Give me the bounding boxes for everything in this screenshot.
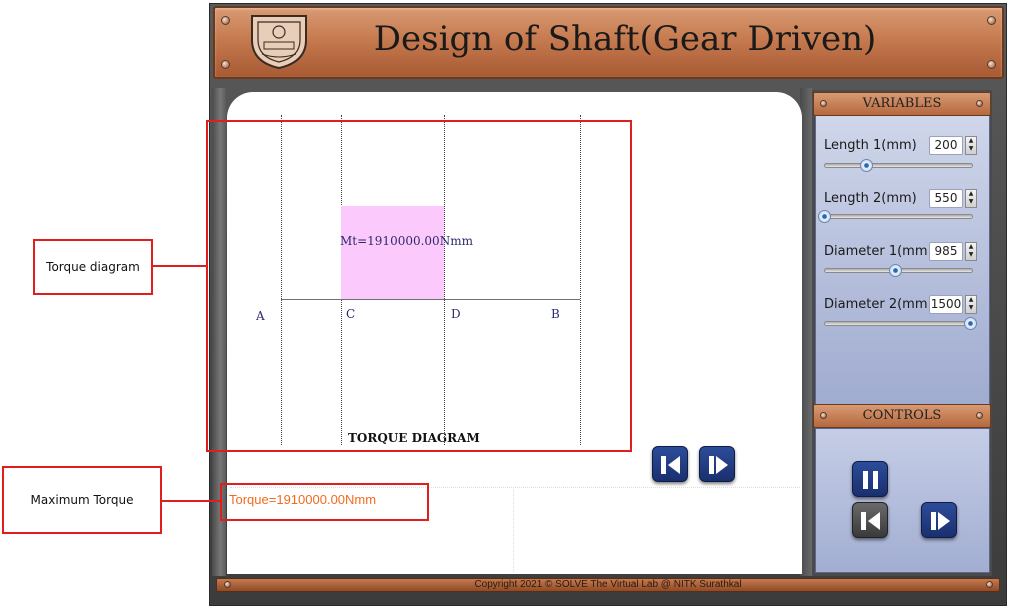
rivet bbox=[221, 16, 230, 25]
length1-input[interactable]: 200 bbox=[929, 136, 963, 155]
diameter2-stepper[interactable]: ▲ ▼ bbox=[965, 295, 977, 314]
length2-input[interactable]: 550 bbox=[929, 189, 963, 208]
page-title: Design of Shaft(Gear Driven) bbox=[373, 19, 877, 59]
controls-header: CONTROLS bbox=[813, 404, 991, 428]
diameter1-label: Diameter 1(mm bbox=[824, 244, 928, 259]
controls-header-label: CONTROLS bbox=[862, 408, 942, 423]
rivet bbox=[987, 60, 996, 69]
length1-slider-thumb[interactable] bbox=[860, 159, 873, 172]
max-torque-highlight bbox=[220, 483, 429, 521]
rivet bbox=[224, 581, 231, 588]
rivet bbox=[987, 16, 996, 25]
variables-header-label: VARIABLES bbox=[862, 96, 942, 111]
step-back-icon bbox=[861, 512, 880, 530]
diameter2-label: Diameter 2(mm bbox=[824, 297, 928, 312]
length2-label: Length 2(mm) bbox=[824, 191, 917, 206]
pause-icon bbox=[863, 471, 878, 489]
step-back-button[interactable] bbox=[852, 502, 888, 538]
length1-slider[interactable] bbox=[824, 163, 973, 168]
controls-panel bbox=[815, 428, 990, 573]
pause-button[interactable] bbox=[852, 461, 888, 497]
diameter2-slider-thumb[interactable] bbox=[964, 317, 977, 330]
step-forward-icon bbox=[709, 456, 728, 474]
annotation-connector bbox=[153, 265, 206, 267]
rivet bbox=[976, 100, 983, 107]
length2-slider-thumb[interactable] bbox=[818, 210, 831, 223]
length2-slider[interactable] bbox=[824, 214, 973, 219]
length1-stepper[interactable]: ▲ ▼ bbox=[965, 136, 977, 155]
rivet bbox=[820, 100, 827, 107]
rivet bbox=[221, 60, 230, 69]
rivet bbox=[976, 412, 983, 419]
copyright-text: Copyright 2021 © SOLVE The Virtual Lab @… bbox=[474, 579, 742, 590]
grid-line bbox=[513, 487, 514, 572]
previous-step-button[interactable] bbox=[652, 446, 688, 482]
diameter1-stepper[interactable]: ▲ ▼ bbox=[965, 242, 977, 261]
torque-diagram-annotation: Torque diagram bbox=[33, 239, 153, 295]
nitk-logo bbox=[244, 10, 314, 70]
length1-label: Length 1(mm) bbox=[824, 138, 917, 153]
step-forward-button[interactable] bbox=[921, 502, 957, 538]
footer: Copyright 2021 © SOLVE The Virtual Lab @… bbox=[216, 578, 1000, 592]
rivet bbox=[986, 581, 993, 588]
variables-header: VARIABLES bbox=[813, 92, 991, 116]
length2-stepper[interactable]: ▲ ▼ bbox=[965, 189, 977, 208]
diameter1-input[interactable]: 985 bbox=[929, 242, 963, 261]
torque-diagram-highlight bbox=[206, 120, 632, 452]
annotation-connector bbox=[162, 500, 220, 502]
step-forward-icon bbox=[931, 512, 950, 530]
rivet bbox=[820, 412, 827, 419]
max-torque-annotation: Maximum Torque bbox=[2, 466, 162, 534]
diameter1-slider-thumb[interactable] bbox=[889, 264, 902, 277]
variables-panel bbox=[815, 115, 990, 410]
diameter2-input[interactable]: 1500 bbox=[929, 295, 963, 314]
step-back-icon bbox=[661, 456, 680, 474]
diameter2-slider[interactable] bbox=[824, 321, 973, 326]
next-step-button[interactable] bbox=[699, 446, 735, 482]
